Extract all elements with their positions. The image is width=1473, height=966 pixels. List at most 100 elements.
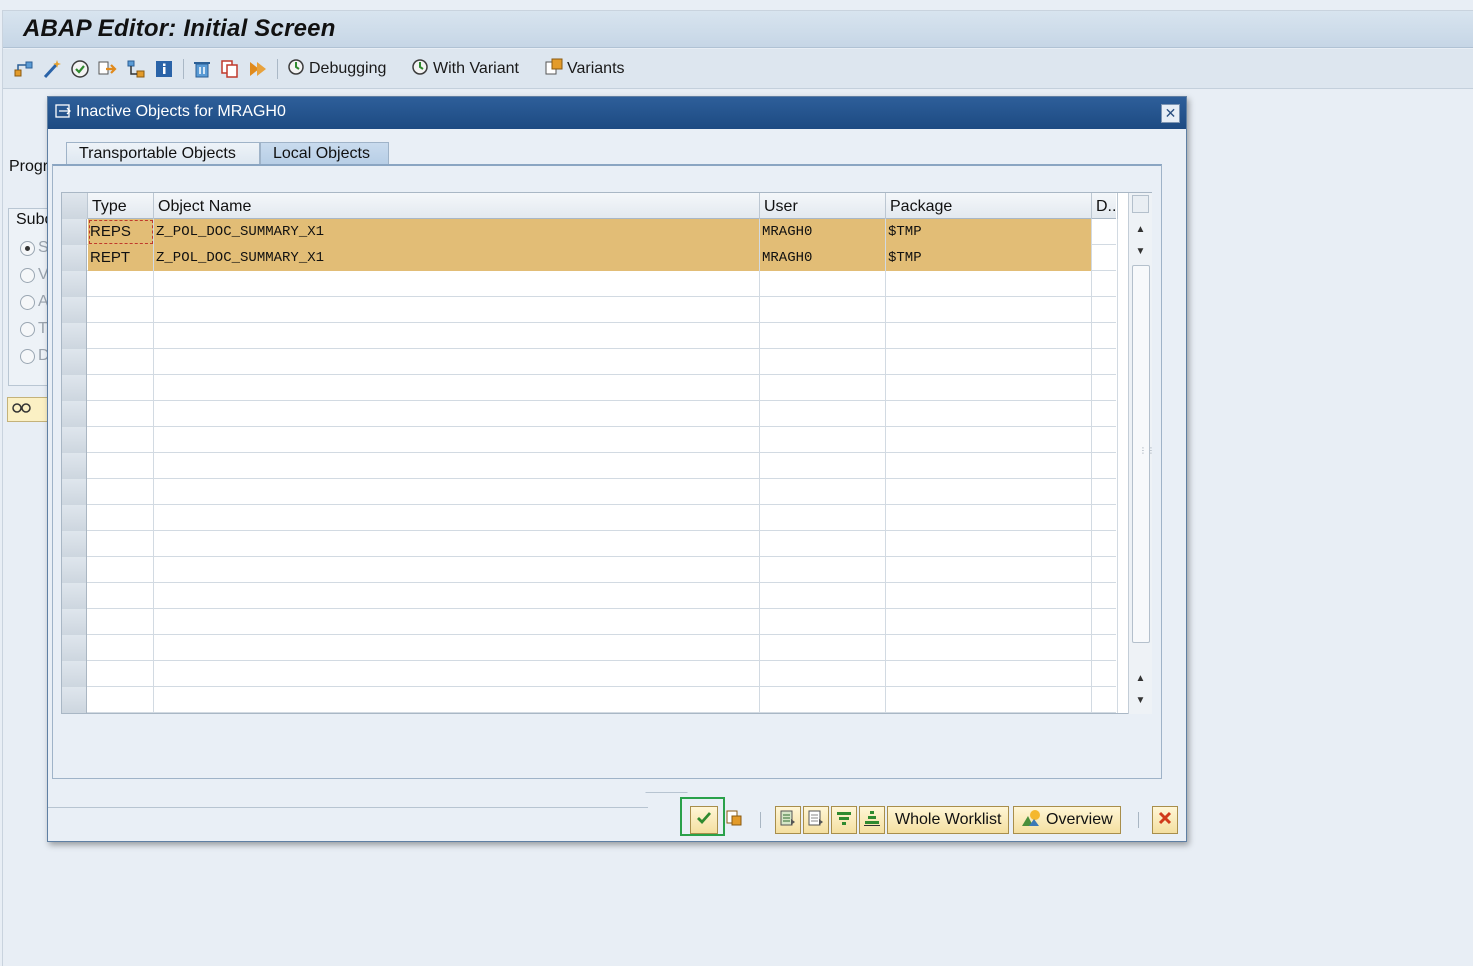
table-row[interactable] [62,635,1118,661]
cell-type[interactable] [88,687,154,713]
cell-type[interactable]: REPT [88,245,154,271]
cell-user[interactable] [760,323,886,349]
cell-d[interactable] [1092,531,1118,557]
cell-object-name[interactable] [154,349,760,375]
where-used-icon[interactable] [125,58,147,80]
cell-d[interactable] [1092,219,1118,245]
cell-d[interactable] [1092,583,1118,609]
cell-user[interactable] [760,661,886,687]
row-selector[interactable] [62,271,87,297]
column-header-package[interactable]: Package [886,193,1092,219]
cell-object-name[interactable] [154,661,760,687]
cell-d[interactable] [1092,635,1118,661]
table-row[interactable] [62,609,1118,635]
cell-type[interactable] [88,271,154,297]
cell-d[interactable] [1092,505,1118,531]
hierarchy-icon[interactable] [13,58,35,80]
cell-package[interactable]: $TMP [886,245,1092,271]
cell-user[interactable] [760,531,886,557]
row-selector[interactable] [62,531,87,557]
scroll-top-button[interactable] [1132,195,1149,213]
cell-user[interactable] [760,297,886,323]
radio-attributes[interactable] [20,295,35,310]
tab-local-objects[interactable]: Local Objects [260,142,389,166]
close-icon[interactable]: ✕ [1161,104,1180,123]
table-row[interactable] [62,427,1118,453]
cell-user[interactable] [760,349,886,375]
radio-source[interactable] [20,241,35,256]
cell-type[interactable] [88,557,154,583]
cell-package[interactable] [886,323,1092,349]
row-selector[interactable] [62,609,87,635]
radio-documentation[interactable] [20,349,35,364]
filter-button[interactable] [831,806,857,834]
cell-type[interactable] [88,427,154,453]
column-header-type[interactable]: Type [88,193,154,219]
activate-icon[interactable] [97,58,119,80]
cell-package[interactable] [886,661,1092,687]
magic-wand-icon[interactable] [41,58,63,80]
table-row[interactable] [62,479,1118,505]
scroll-up-arrow-icon[interactable]: ▲ [1132,670,1149,688]
table-row[interactable] [62,583,1118,609]
cell-type[interactable] [88,531,154,557]
table-row[interactable] [62,687,1118,713]
cell-package[interactable] [886,271,1092,297]
cell-package[interactable] [886,557,1092,583]
column-header-object-name[interactable]: Object Name [154,193,760,219]
table-row[interactable] [62,297,1118,323]
cell-type[interactable] [88,375,154,401]
cell-object-name[interactable] [154,479,760,505]
cell-d[interactable] [1092,245,1118,271]
cell-object-name[interactable] [154,687,760,713]
cell-d[interactable] [1092,401,1118,427]
cell-object-name[interactable]: Z_POL_DOC_SUMMARY_X1 [154,219,760,245]
info-icon[interactable] [153,58,175,80]
cell-d[interactable] [1092,323,1118,349]
row-selector[interactable] [62,557,87,583]
row-selector[interactable] [62,479,87,505]
cell-object-name[interactable] [154,297,760,323]
deselect-all-button[interactable] [803,806,829,834]
overview-button[interactable]: Overview [1013,806,1121,834]
table-row[interactable]: REPS Z_POL_DOC_SUMMARY_X1 MRAGH0 $TMP [62,219,1118,245]
cell-package[interactable] [886,531,1092,557]
cell-user[interactable]: MRAGH0 [760,245,886,271]
cell-object-name[interactable] [154,427,760,453]
cell-object-name[interactable] [154,375,760,401]
cell-d[interactable] [1092,375,1118,401]
cell-object-name[interactable] [154,401,760,427]
row-selector[interactable] [62,505,87,531]
row-selector[interactable] [62,453,87,479]
radio-text-elements[interactable] [20,322,35,337]
scroll-down-arrow-icon[interactable]: ▼ [1132,692,1149,710]
row-selector[interactable] [62,245,87,271]
cell-user[interactable] [760,609,886,635]
table-row[interactable] [62,505,1118,531]
cell-object-name[interactable]: Z_POL_DOC_SUMMARY_X1 [154,245,760,271]
cell-package[interactable] [886,453,1092,479]
cell-user[interactable] [760,401,886,427]
cell-type[interactable] [88,349,154,375]
cell-d[interactable] [1092,297,1118,323]
cell-type[interactable] [88,453,154,479]
row-selector[interactable] [62,349,87,375]
cell-type[interactable] [88,323,154,349]
cell-type[interactable] [88,297,154,323]
cell-package[interactable] [886,505,1092,531]
vertical-scrollbar[interactable]: ▲ ▼ ⋮⋮ ▲ ▼ [1128,193,1155,714]
table-row[interactable] [62,349,1118,375]
row-selector[interactable] [62,323,87,349]
select-all-button[interactable] [775,806,801,834]
check-icon[interactable] [69,58,91,80]
cell-user[interactable] [760,687,886,713]
cell-object-name[interactable] [154,557,760,583]
table-row[interactable] [62,323,1118,349]
cell-user[interactable]: MRAGH0 [760,219,886,245]
cell-d[interactable] [1092,479,1118,505]
variants-button[interactable]: Variants [545,56,625,82]
cell-package[interactable] [886,583,1092,609]
cell-object-name[interactable] [154,583,760,609]
cell-package[interactable] [886,479,1092,505]
row-selector[interactable] [62,583,87,609]
